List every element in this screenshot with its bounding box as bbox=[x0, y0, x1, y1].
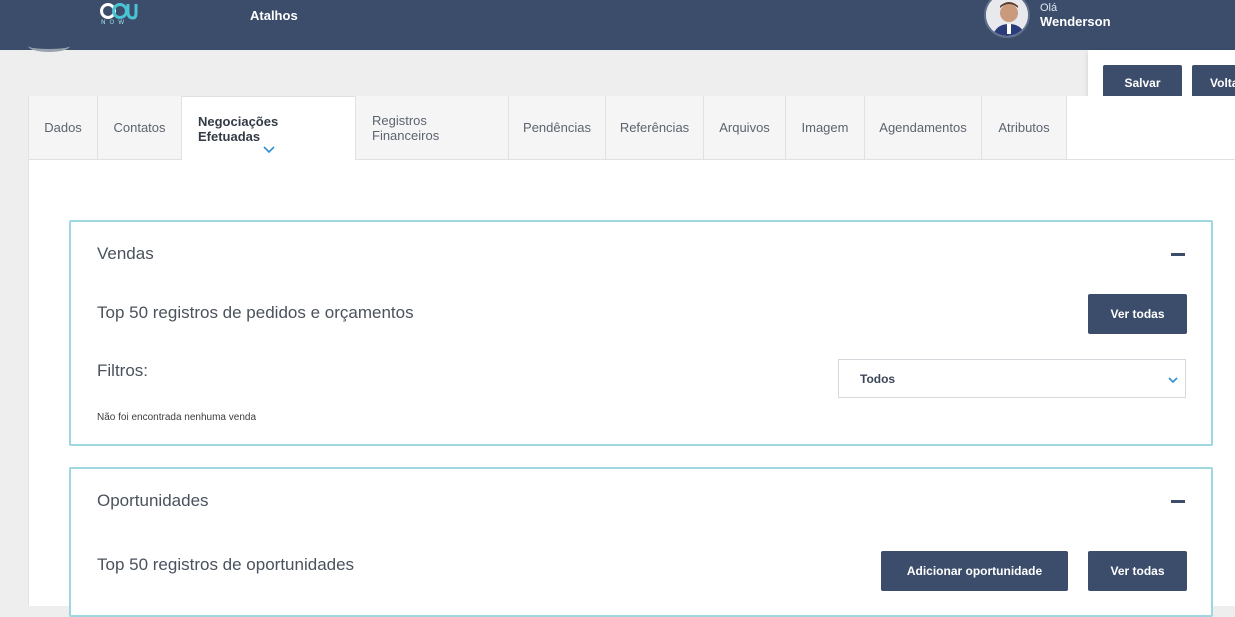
tab-referencias[interactable]: Referências bbox=[606, 96, 704, 159]
vendas-filter-select[interactable]: Todos bbox=[838, 359, 1186, 398]
chevron-down-icon bbox=[262, 146, 275, 154]
collapse-vendas-icon[interactable] bbox=[1171, 253, 1185, 256]
tab-negociacoes-efetuadas[interactable]: Negociações Efetuadas bbox=[182, 96, 356, 160]
tab-imagem[interactable]: Imagem bbox=[786, 96, 865, 159]
vendas-panel: Vendas Top 50 registros de pedidos e orç… bbox=[69, 220, 1213, 446]
tab-arquivos[interactable]: Arquivos bbox=[704, 96, 786, 159]
user-avatar-icon bbox=[986, 0, 1028, 36]
tab-pendencias[interactable]: Pendências bbox=[509, 96, 606, 159]
chevron-down-icon bbox=[1168, 377, 1178, 384]
shortcuts-menu[interactable]: Atalhos bbox=[250, 8, 298, 23]
tab-bar-filler bbox=[1067, 96, 1235, 159]
tab-dados[interactable]: Dados bbox=[29, 96, 98, 159]
avatar[interactable] bbox=[984, 0, 1030, 38]
oportunidades-panel: Oportunidades Top 50 registros de oportu… bbox=[69, 467, 1213, 617]
decorative-arc bbox=[28, 40, 70, 52]
tab-contatos[interactable]: Contatos bbox=[98, 96, 182, 159]
top-bar: NOW Atalhos Olá Wenderson bbox=[0, 0, 1235, 50]
oportunidades-see-all-button[interactable]: Ver todas bbox=[1088, 551, 1187, 591]
save-button[interactable]: Salvar bbox=[1103, 65, 1182, 100]
tab-agendamentos[interactable]: Agendamentos bbox=[865, 96, 982, 159]
tab-registros-financeiros[interactable]: Registros Financeiros bbox=[356, 96, 509, 159]
collapse-oportunidades-icon[interactable] bbox=[1171, 500, 1185, 503]
vendas-empty-message: Não foi encontrada nenhuma venda bbox=[97, 412, 257, 423]
main-content: Dados Contatos Negociações Efetuadas Reg… bbox=[28, 96, 1235, 617]
oportunidades-subtitle: Top 50 registros de oportunidades bbox=[97, 555, 355, 574]
filters-label: Filtros: bbox=[97, 361, 148, 380]
greeting-text: Olá bbox=[1040, 2, 1058, 14]
tab-atributos[interactable]: Atributos bbox=[982, 96, 1067, 159]
vendas-see-all-button[interactable]: Ver todas bbox=[1088, 294, 1187, 334]
username-text: Wenderson bbox=[1040, 14, 1111, 29]
oportunidades-title: Oportunidades bbox=[97, 491, 209, 510]
tab-bar: Dados Contatos Negociações Efetuadas Reg… bbox=[29, 96, 1235, 160]
logo-text: NOW bbox=[101, 19, 129, 26]
vendas-subtitle: Top 50 registros de pedidos e orçamentos bbox=[97, 303, 414, 322]
back-button[interactable]: Voltar bbox=[1192, 65, 1235, 100]
add-opportunity-button[interactable]: Adicionar oportunidade bbox=[881, 551, 1068, 591]
vendas-title: Vendas bbox=[97, 244, 154, 263]
